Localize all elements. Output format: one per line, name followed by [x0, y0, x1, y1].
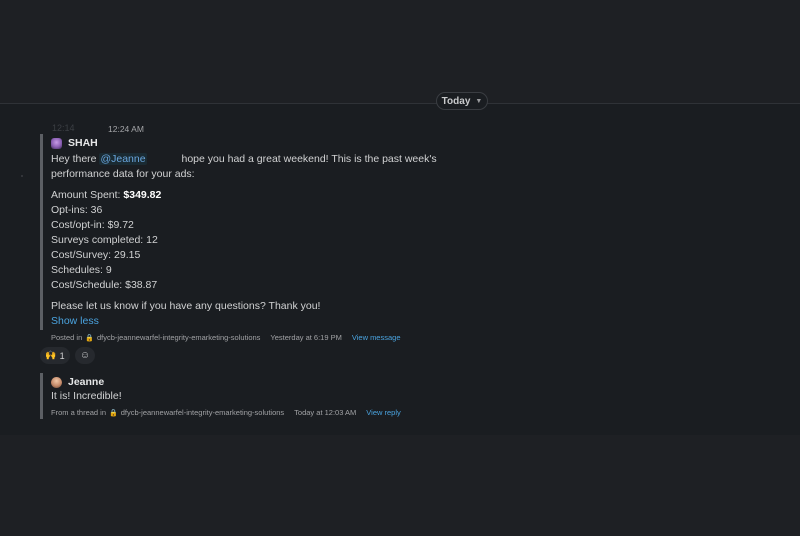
date-divider-pill[interactable]: Today ▼ [436, 92, 488, 110]
metric-amount-spent: Amount Spent: $349.82 [51, 189, 161, 201]
quote-bar [40, 373, 43, 419]
user-mention[interactable]: @Jeanne [99, 153, 147, 165]
add-reaction-button[interactable]: ☺ [75, 347, 95, 364]
reply-text: It is! Incredible! [51, 390, 122, 402]
chevron-down-icon: ▼ [475, 98, 483, 105]
raised-hands-icon: 🙌 [45, 350, 57, 360]
channel-link[interactable]: dfycb-jeannewarfel-integrity-emarketing-… [121, 408, 284, 417]
greeting-prefix: Hey there [51, 153, 100, 165]
message-meta: Posted in 🔒 dfycb-jeannewarfel-integrity… [51, 333, 401, 342]
posted-in-label: Posted in [51, 333, 83, 342]
message-line-2: performance data for your ads: [51, 168, 195, 180]
greeting-rest: hope you had a great weekend! This is th… [178, 153, 437, 165]
metric-opt-ins: Opt-ins: 36 [51, 204, 103, 216]
reaction-pill[interactable]: 🙌 1 [40, 347, 70, 364]
metric-cost-opt-in: Cost/opt-in: $9.72 [51, 219, 134, 231]
add-emoji-icon: ☺ [79, 350, 91, 361]
bottom-empty-area [0, 435, 800, 536]
metric-cost-survey: Cost/Survey: 29.15 [51, 249, 141, 261]
top-empty-area [0, 0, 800, 104]
meta-timestamp[interactable]: Yesterday at 6:19 PM [270, 333, 341, 342]
quote-bar [40, 134, 43, 330]
avatar[interactable] [51, 376, 62, 388]
author-name[interactable]: SHAH [68, 137, 98, 149]
from-thread-label: From a thread in [51, 408, 107, 417]
message-timestamp[interactable]: 12:24 AM [108, 124, 144, 134]
reply-meta: From a thread in 🔒 dfycb-jeannewarfel-in… [51, 408, 401, 417]
faded-timestamp: 12:14 [52, 123, 75, 133]
show-less-link[interactable]: Show less [51, 315, 99, 327]
meta-timestamp[interactable]: Today at 12:03 AM [294, 408, 356, 417]
date-divider-label: Today [441, 96, 471, 107]
closing-line: Please let us know if you have any quest… [51, 300, 321, 312]
avatar[interactable] [51, 137, 62, 149]
metric-cost-schedule: Cost/Schedule: $38.87 [51, 279, 158, 291]
lock-icon: 🔒 [85, 334, 94, 342]
metric-label: Amount Spent: [51, 189, 124, 201]
message-line-1: Hey there @Jeanne hope you had a great w… [51, 153, 437, 165]
reaction-count: 1 [59, 350, 65, 361]
channel-link[interactable]: dfycb-jeannewarfel-integrity-emarketing-… [97, 333, 260, 342]
view-reply-link[interactable]: View reply [366, 408, 400, 417]
metric-value: $349.82 [123, 189, 162, 201]
metric-surveys: Surveys completed: 12 [51, 234, 158, 246]
lock-icon: 🔒 [109, 409, 118, 417]
view-message-link[interactable]: View message [352, 333, 401, 342]
author-row-jeanne: Jeanne [51, 376, 104, 388]
scroll-dot [21, 175, 23, 177]
author-name[interactable]: Jeanne [68, 376, 104, 388]
author-row-shah: SHAH [51, 137, 98, 149]
metric-schedules: Schedules: 9 [51, 264, 112, 276]
